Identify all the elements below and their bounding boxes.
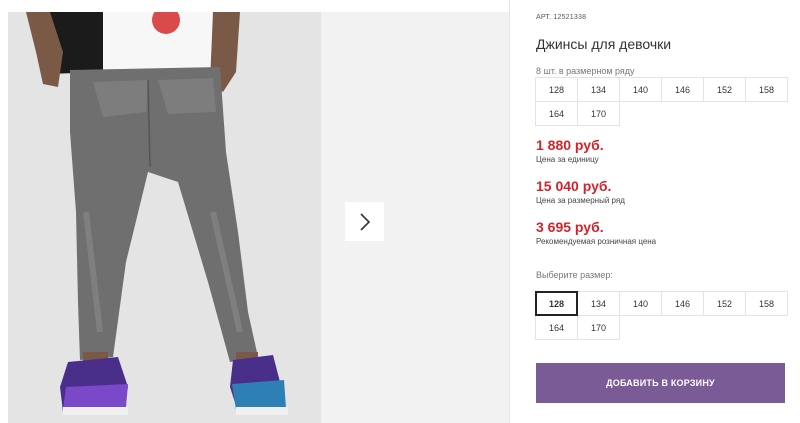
size-pack-cell: 140 bbox=[619, 77, 662, 102]
size-pack-cell: 170 bbox=[577, 101, 620, 126]
product-photo[interactable] bbox=[8, 12, 321, 423]
size-pack-cell: 146 bbox=[661, 77, 704, 102]
add-to-cart-button[interactable]: ДОБАВИТЬ В КОРЗИНУ bbox=[536, 363, 785, 403]
article-number: 12521338 bbox=[553, 14, 587, 21]
size-option-146[interactable]: 146 bbox=[661, 291, 704, 316]
product-gallery bbox=[0, 0, 510, 423]
size-pack-grid: 128 134 140 146 152 158 164 170 bbox=[535, 77, 788, 126]
size-pack-cell: 158 bbox=[745, 77, 788, 102]
size-option-152[interactable]: 152 bbox=[703, 291, 746, 316]
size-pack-cell: 152 bbox=[703, 77, 746, 102]
retail-price-caption: Рекомендуемая розничная цена bbox=[536, 237, 657, 246]
size-option-134[interactable]: 134 bbox=[577, 291, 620, 316]
article-label: АРТ. bbox=[536, 14, 552, 21]
article-line: АРТ. 12521338 bbox=[536, 14, 586, 21]
product-info: АРТ. 12521338 Джинсы для девочки 8 шт. в… bbox=[535, 0, 788, 423]
size-option-158[interactable]: 158 bbox=[745, 291, 788, 316]
size-option-140[interactable]: 140 bbox=[619, 291, 662, 316]
size-selector: 128 134 140 146 152 158 164 170 bbox=[535, 291, 788, 340]
unit-price: 1 880 руб. bbox=[536, 137, 604, 153]
size-option-170[interactable]: 170 bbox=[577, 315, 620, 340]
product-page: АРТ. 12521338 Джинсы для девочки 8 шт. в… bbox=[0, 0, 800, 423]
size-pack-cell: 164 bbox=[535, 101, 578, 126]
size-pack-cell: 134 bbox=[577, 77, 620, 102]
size-option-128[interactable]: 128 bbox=[535, 291, 578, 316]
gallery-next-button[interactable] bbox=[345, 202, 384, 241]
unit-price-caption: Цена за единицу bbox=[536, 155, 599, 164]
size-pack-note: 8 шт. в размерном ряду bbox=[536, 66, 635, 76]
retail-price: 3 695 руб. bbox=[536, 219, 604, 235]
chevron-right-icon bbox=[359, 212, 370, 231]
size-option-164[interactable]: 164 bbox=[535, 315, 578, 340]
pack-price-caption: Цена за размерный ряд bbox=[536, 196, 625, 205]
jeans-photo-illustration bbox=[8, 12, 321, 423]
choose-size-label: Выберите размер: bbox=[536, 270, 613, 280]
pack-price: 15 040 руб. bbox=[536, 178, 612, 194]
size-pack-cell: 128 bbox=[535, 77, 578, 102]
product-title: Джинсы для девочки bbox=[536, 36, 672, 52]
divider bbox=[509, 0, 510, 423]
